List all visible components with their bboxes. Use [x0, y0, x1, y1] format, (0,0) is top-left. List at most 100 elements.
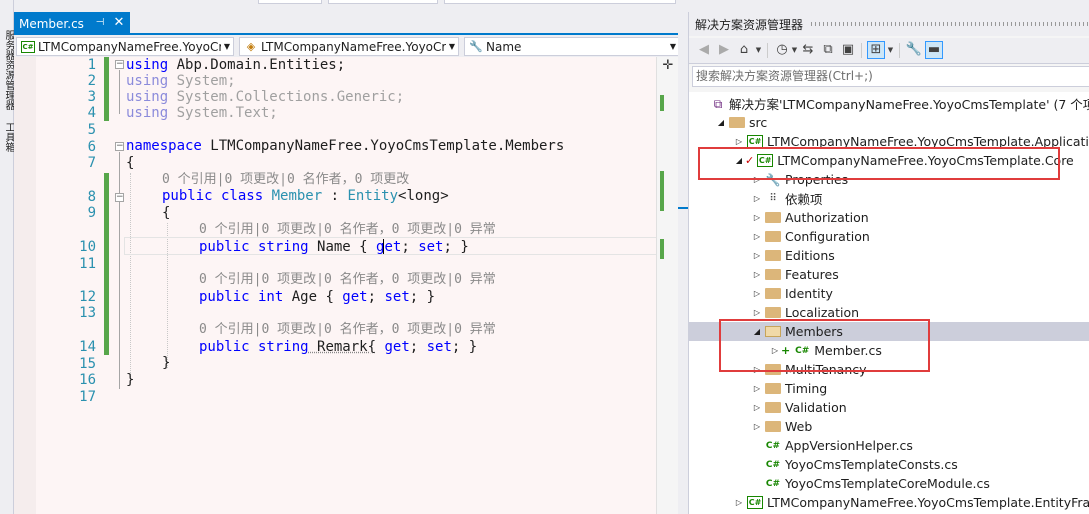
- tree-item[interactable]: ⧉ 解决方案'LTMCompanyNameFree.YoyoCmsTemplate…: [689, 94, 1089, 113]
- keyword: int: [249, 289, 284, 305]
- collapsed-arrow-icon[interactable]: ▷: [751, 193, 763, 205]
- indent-guide: [130, 173, 131, 383]
- collapsed-arrow-icon[interactable]: ▷: [751, 250, 763, 262]
- line-number: 1: [87, 57, 96, 73]
- tree-item[interactable]: ▷ Timing: [689, 379, 1089, 398]
- tree-item[interactable]: ▷ Authorization: [689, 208, 1089, 227]
- solution-explorer-panel: 解决方案资源管理器 ◀ ▶ ⌂ ▼ ◷ ▼ ⇆ ⧉ ▣ ⊞ ▼ 🔧 ▬ 搜索解决…: [688, 12, 1089, 514]
- class-dropdown[interactable]: ◈ LTMCompanyNameFree.YoyoCr ▼: [239, 37, 459, 56]
- tree-item[interactable]: ▷ Features: [689, 265, 1089, 284]
- properties-icon[interactable]: 🔧: [905, 41, 923, 59]
- tree-item[interactable]: ▷ Editions: [689, 246, 1089, 265]
- no-expander: [751, 478, 763, 490]
- tree-item-label: Validation: [785, 400, 847, 415]
- keyword: using: [126, 89, 169, 105]
- editor-vertical-scrollbar[interactable]: ✛: [656, 57, 678, 514]
- code-text: Abp.Domain.Entities;: [168, 57, 346, 73]
- code-text: System;: [168, 73, 236, 89]
- code-line: public int Age { get; set; }: [199, 289, 435, 305]
- code-text: ;: [367, 289, 377, 305]
- tree-item[interactable]: C# YoyoCmsTemplateCoreModule.cs: [689, 474, 1089, 493]
- code-text: ; }: [451, 339, 478, 355]
- chevron-down-icon[interactable]: ▼: [755, 46, 762, 54]
- code-lens-remark[interactable]: 0 个引用|0 项更改|0 名作者，0 项更改|0 异常: [199, 323, 496, 337]
- home-icon[interactable]: ⌂: [735, 41, 753, 59]
- code-lens-class[interactable]: 0 个引用|0 项更改|0 名作者，0 项更改: [162, 173, 409, 187]
- folder-icon: [765, 288, 781, 299]
- code-line: using Abp.Domain.Entities;: [126, 57, 345, 73]
- collapsed-arrow-icon[interactable]: ▷: [751, 307, 763, 319]
- project-dropdown-value: LTMCompanyNameFree.YoyoCr: [38, 39, 221, 54]
- fold-toggle[interactable]: −: [115, 60, 124, 69]
- member-dropdown[interactable]: 🔧 Name ▼: [464, 37, 680, 56]
- collapsed-arrow-icon[interactable]: ▷: [751, 212, 763, 224]
- code-text: ; }: [409, 289, 436, 305]
- toolbar-separator: [861, 43, 862, 58]
- collapsed-arrow-icon[interactable]: ▷: [751, 288, 763, 300]
- document-tab-member-cs[interactable]: Member.cs ⊣ ✕: [14, 12, 130, 35]
- toolbar-box: [444, 0, 676, 4]
- collapsed-arrow-icon[interactable]: ▷: [751, 269, 763, 281]
- class-icon: ◈: [246, 39, 256, 53]
- tree-item[interactable]: ▷ ⠿ 依赖项: [689, 189, 1089, 208]
- chevron-down-icon: ▼: [448, 42, 456, 51]
- scroll-change-marker: [660, 239, 664, 259]
- history-icon[interactable]: ◷: [773, 41, 791, 59]
- preview-selected-icon[interactable]: ⊞: [867, 41, 885, 59]
- tree-item[interactable]: ▷ Identity: [689, 284, 1089, 303]
- code-text: ;: [401, 239, 410, 255]
- code-editor[interactable]: 1 2 3 4 5 6 7 8 9 10 11 12 13 14 15 16 1…: [14, 57, 678, 514]
- collapsed-arrow-icon[interactable]: ▷: [733, 136, 745, 148]
- fold-toggle[interactable]: −: [115, 193, 124, 202]
- collapsed-arrow-icon[interactable]: ▷: [751, 383, 763, 395]
- close-icon[interactable]: ✕: [112, 15, 126, 31]
- line-number: 12: [79, 289, 96, 305]
- folder-icon: [765, 421, 781, 432]
- collapsed-arrow-icon[interactable]: ▷: [751, 231, 763, 243]
- keyword: set: [409, 239, 444, 255]
- collapsed-arrow-icon[interactable]: ▷: [751, 421, 763, 433]
- tree-item-label: Authorization: [785, 210, 869, 225]
- no-expander: [751, 440, 763, 452]
- tree-item[interactable]: ◢ src: [689, 113, 1089, 132]
- code-lens-name[interactable]: 0 个引用|0 项更改|0 名作者，0 项更改|0 异常: [199, 223, 496, 237]
- forward-icon[interactable]: ▶: [715, 41, 733, 59]
- tree-item-label: src: [749, 115, 768, 130]
- keyword: class: [212, 188, 264, 204]
- tree-item[interactable]: C# YoyoCmsTemplateConsts.cs: [689, 455, 1089, 474]
- tree-item[interactable]: ▷ C# LTMCompanyNameFree.YoyoCmsTemplate.En…: [689, 493, 1089, 512]
- chevron-down-icon[interactable]: ▼: [887, 46, 894, 54]
- csharp-file-icon: C#: [765, 459, 781, 470]
- expanded-arrow-icon[interactable]: ◢: [715, 117, 727, 129]
- collapsed-arrow-icon[interactable]: ▷: [733, 497, 745, 509]
- code-lens-age[interactable]: 0 个引用|0 项更改|0 名作者，0 项更改|0 异常: [199, 273, 496, 287]
- line-number: 7: [87, 155, 96, 171]
- line-number: 9: [87, 205, 96, 221]
- tab-title: Member.cs: [19, 16, 84, 31]
- tree-item[interactable]: ▷ Web: [689, 417, 1089, 436]
- tree-item[interactable]: ▷ Configuration: [689, 227, 1089, 246]
- solution-search-input[interactable]: 搜索解决方案资源管理器(Ctrl+;): [692, 66, 1089, 87]
- keyword: using: [126, 57, 169, 73]
- project-dropdown[interactable]: C# LTMCompanyNameFree.YoyoCr ▼: [16, 37, 234, 56]
- change-indicator: [104, 173, 109, 355]
- chevron-down-icon[interactable]: ▼: [791, 46, 798, 54]
- collapse-all-icon[interactable]: ⧉: [819, 41, 837, 59]
- split-window-icon[interactable]: ✛: [661, 59, 675, 73]
- back-icon[interactable]: ◀: [695, 41, 713, 59]
- show-all-files-icon[interactable]: ▣: [839, 41, 857, 59]
- panel-splitter[interactable]: [678, 0, 700, 514]
- code-text: Remark{: [308, 339, 377, 355]
- tree-item[interactable]: C# AppVersionHelper.cs: [689, 436, 1089, 455]
- line-number: 15: [79, 356, 96, 372]
- collapsed-arrow-icon[interactable]: ▷: [751, 402, 763, 414]
- sync-icon[interactable]: ⇆: [799, 41, 817, 59]
- code-text: ; }: [443, 239, 469, 255]
- folder-icon: [765, 402, 781, 413]
- folder-icon: [765, 269, 781, 280]
- fold-toggle[interactable]: −: [115, 142, 124, 151]
- code-text: }: [126, 372, 135, 388]
- tree-item[interactable]: ▷ Validation: [689, 398, 1089, 417]
- pin-icon[interactable]: ⊣: [94, 17, 106, 29]
- active-filter-icon[interactable]: ▬: [925, 41, 943, 59]
